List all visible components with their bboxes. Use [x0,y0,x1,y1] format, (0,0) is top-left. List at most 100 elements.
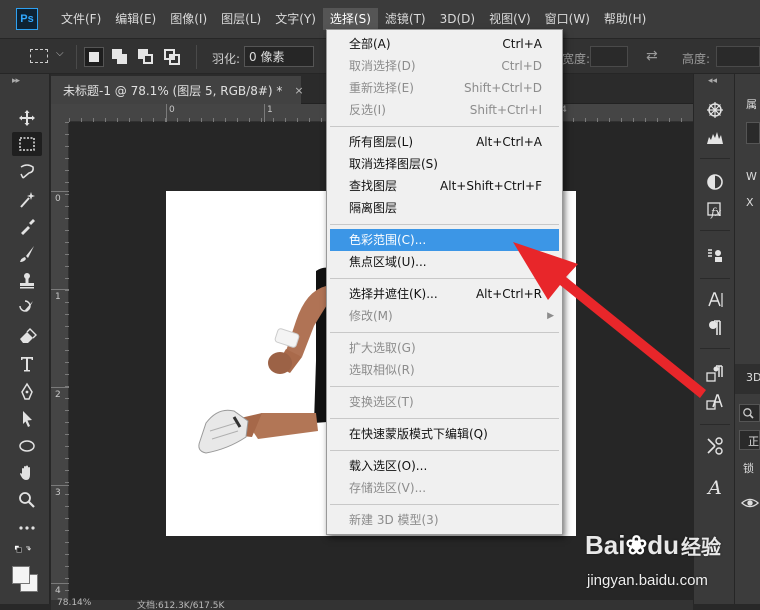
height-label: 高度: [682,52,711,66]
paragraph-styles-icon[interactable] [702,362,728,386]
hand-tool-icon[interactable] [12,461,42,485]
styles-icon[interactable]: fx [702,198,728,222]
ruler-major-tick [264,104,265,122]
menu-file[interactable]: 文件(F) [54,8,108,30]
submenu-arrow-icon: ▶ [547,311,554,321]
width-input[interactable] [590,46,628,67]
select-menu-item[interactable]: 查找图层 Alt+Shift+Ctrl+F [327,175,562,197]
layer-search-icon[interactable] [739,404,760,422]
zoom-tool-icon[interactable] [12,488,42,512]
select-menu-item[interactable]: 取消选择图层(S) [327,153,562,175]
glyphs-icon[interactable]: A [702,476,728,500]
watermark-url: jingyan.baidu.com [587,572,708,589]
height-input[interactable] [716,46,760,67]
width-field-label: W [746,170,757,183]
history-brush-tool-icon[interactable] [12,296,42,320]
feather-input[interactable] [244,46,314,67]
character-icon[interactable] [702,288,728,312]
select-menu-item[interactable]: 反选(I) Shift+Ctrl+I [327,99,562,121]
select-menu-item[interactable]: 变换选区(T) [327,391,562,413]
select-menu-item[interactable]: 扩大选取(G) [327,337,562,359]
divider [76,45,77,69]
libraries-icon[interactable] [702,244,728,268]
adjustments-icon[interactable] [702,170,728,194]
select-menu-item[interactable]: 新建 3D 模型(3) [327,509,562,531]
select-menu-item[interactable]: 修改(M) ▶ [327,305,562,327]
ruler-number: 2 [55,390,61,400]
select-menu-item[interactable]: 色彩范围(C)... [330,229,559,251]
marquee-tool-icon[interactable] [12,132,42,156]
menu-window[interactable]: 窗口(W) [538,8,597,30]
more-tools-icon[interactable] [12,516,42,540]
navigator-icon[interactable] [702,98,728,122]
stamp-tool-icon[interactable] [12,269,42,293]
select-menu-item[interactable]: 重新选择(E) Shift+Ctrl+D [327,77,562,99]
ellipse-tool-icon[interactable] [12,434,42,458]
menu-view[interactable]: 视图(V) [482,8,538,30]
marquee-preset-icon[interactable] [30,49,48,63]
lasso-tool-icon[interactable] [12,160,42,184]
intersect-selection-button[interactable] [162,47,182,67]
select-menu-item[interactable]: 所有图层(L) Alt+Ctrl+A [327,131,562,153]
pen-tool-icon[interactable] [12,380,42,404]
select-menu-item[interactable]: 选取相似(R) [327,359,562,381]
menu-filter[interactable]: 滤镜(T) [378,8,433,30]
select-menu-item[interactable]: 在快速蒙版模式下编辑(Q) [327,423,562,445]
select-menu-dropdown: 全部(A) Ctrl+A 取消选择(D) Ctrl+D 重新选择(E) Shift+Ctr… [326,29,563,535]
move-tool-icon[interactable] [12,106,42,130]
ruler-number: 3 [55,488,61,498]
close-icon[interactable]: × [294,84,303,97]
menu-item-label: 色彩范围(C)... [349,233,427,247]
blend-mode-select[interactable]: 正 [739,430,760,450]
divider [700,424,730,425]
menu-3d[interactable]: 3D(D) [433,8,482,30]
tool-presets-icon[interactable] [702,434,728,458]
default-colors-icon[interactable] [10,542,36,558]
zoom-level[interactable]: 78.14% [57,598,91,608]
color-swatches[interactable] [12,566,38,592]
menu-separator [330,224,559,225]
foreground-color-swatch[interactable] [12,566,30,584]
collapse-toolbar-icon[interactable]: ▸▸ [12,76,20,86]
menu-help[interactable]: 帮助(H) [597,8,653,30]
new-selection-button[interactable] [84,47,104,67]
layer-thumbnail[interactable] [746,122,760,144]
eraser-tool-icon[interactable] [12,324,42,348]
select-menu-item[interactable]: 载入选区(O)... [327,455,562,477]
collapse-panels-icon[interactable]: ◂◂ [708,76,717,86]
menu-select[interactable]: 选择(S) [322,8,378,30]
select-menu-item[interactable]: 隔离图层 [327,197,562,219]
menu-item-shortcut: Alt+Ctrl+R [475,287,542,301]
select-menu-item[interactable]: 存储选区(V)... [327,477,562,499]
eyedropper-tool-icon[interactable] [12,215,42,239]
select-menu-item[interactable]: 取消选择(D) Ctrl+D [327,55,562,77]
menu-item-label: 反选(I) [349,103,386,117]
path-selection-tool-icon[interactable] [12,407,42,431]
menu-separator [330,126,559,127]
paragraph-icon[interactable] [702,316,728,340]
3d-panel-title[interactable]: 3D [746,371,760,384]
swap-icon[interactable]: ⇄ [646,48,658,64]
visibility-eye-icon[interactable] [740,494,760,514]
select-menu-item[interactable]: 焦点区域(U)... [327,251,562,273]
menu-layer[interactable]: 图层(L) [214,8,268,30]
histogram-icon[interactable] [702,126,728,150]
subtract-from-selection-button[interactable] [136,47,156,67]
menu-image[interactable]: 图像(I) [163,8,214,30]
photoshop-logo-icon[interactable]: Ps [16,8,38,30]
brush-tool-icon[interactable] [12,242,42,266]
properties-panel: 属 W X 3D 正 锁 [735,74,760,604]
select-menu-item[interactable]: 全部(A) Ctrl+A [327,33,562,55]
document-tab[interactable]: 未标题-1 @ 78.1% (图层 5, RGB/8#) * × [51,76,304,104]
add-to-selection-button[interactable] [110,47,130,67]
menu-type[interactable]: 文字(Y) [268,8,323,30]
select-menu-item[interactable]: 选择并遮住(K)... Alt+Ctrl+R [327,283,562,305]
preset-dropdown-icon[interactable]: ⌵ [56,48,64,59]
type-tool-icon[interactable] [12,352,42,376]
menu-edit[interactable]: 编辑(E) [108,8,163,30]
magic-wand-tool-icon[interactable] [12,188,42,212]
menu-item-label: 隔离图层 [349,201,398,215]
menu-item-label: 查找图层 [349,179,398,193]
character-styles-icon[interactable] [702,390,728,414]
baidu-logo: Bai❀du 经验 [585,530,722,560]
